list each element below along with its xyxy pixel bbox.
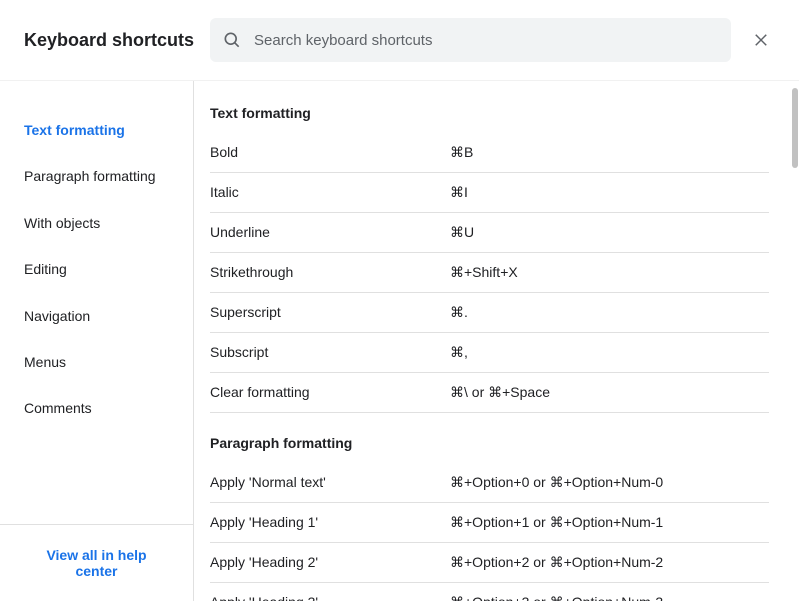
shortcut-keys: ⌘+Shift+X (450, 264, 769, 281)
close-icon (752, 31, 770, 49)
shortcut-name: Apply 'Normal text' (210, 474, 450, 491)
shortcut-keys: ⌘+Option+2 or ⌘+Option+Num-2 (450, 554, 769, 571)
shortcut-row: Apply 'Heading 3'⌘+Option+3 or ⌘+Option+… (210, 583, 769, 601)
sidebar-item-with-objects[interactable]: With objects (0, 200, 193, 246)
shortcut-row: Apply 'Normal text'⌘+Option+0 or ⌘+Optio… (210, 463, 769, 503)
sidebar-item-paragraph-formatting[interactable]: Paragraph formatting (0, 153, 193, 199)
shortcuts-content[interactable]: Text formatting Bold⌘B Italic⌘I Underlin… (194, 81, 799, 601)
section-title: Paragraph formatting (210, 435, 769, 451)
sidebar-item-navigation[interactable]: Navigation (0, 293, 193, 339)
search-icon (222, 30, 242, 50)
sidebar-item-label: Comments (24, 400, 92, 416)
sidebar-item-comments[interactable]: Comments (0, 385, 193, 431)
shortcut-name: Underline (210, 224, 450, 241)
sidebar-item-text-formatting[interactable]: Text formatting (0, 107, 193, 153)
shortcut-name: Apply 'Heading 1' (210, 514, 450, 531)
search-input[interactable] (254, 32, 719, 49)
sidebar-item-editing[interactable]: Editing (0, 246, 193, 292)
shortcut-name: Bold (210, 144, 450, 161)
sidebar-footer: View all in help center (0, 524, 193, 601)
search-field-wrap[interactable] (210, 18, 731, 62)
scrollbar-thumb[interactable] (792, 88, 798, 168)
shortcut-row: Apply 'Heading 2'⌘+Option+2 or ⌘+Option+… (210, 543, 769, 583)
sidebar-item-label: Paragraph formatting (24, 168, 156, 184)
shortcut-keys: ⌘I (450, 184, 769, 201)
sidebar: Text formatting Paragraph formatting Wit… (0, 81, 194, 601)
sidebar-item-menus[interactable]: Menus (0, 339, 193, 385)
close-button[interactable] (747, 26, 775, 54)
shortcut-keys: ⌘B (450, 144, 769, 161)
shortcut-row: Subscript⌘, (210, 333, 769, 373)
sidebar-item-label: Navigation (24, 308, 90, 324)
shortcut-name: Apply 'Heading 3' (210, 594, 450, 601)
shortcut-name: Superscript (210, 304, 450, 321)
shortcut-row: Clear formatting⌘\ or ⌘+Space (210, 373, 769, 413)
dialog-body: Text formatting Paragraph formatting Wit… (0, 81, 799, 601)
shortcut-name: Italic (210, 184, 450, 201)
shortcut-row: Italic⌘I (210, 173, 769, 213)
shortcut-row: Superscript⌘. (210, 293, 769, 333)
shortcut-row: Apply 'Heading 1'⌘+Option+1 or ⌘+Option+… (210, 503, 769, 543)
dialog-title: Keyboard shortcuts (24, 30, 194, 51)
shortcut-name: Strikethrough (210, 264, 450, 281)
shortcut-keys: ⌘U (450, 224, 769, 241)
sidebar-item-label: With objects (24, 215, 100, 231)
sidebar-item-label: Menus (24, 354, 66, 370)
shortcut-name: Subscript (210, 344, 450, 361)
sidebar-list: Text formatting Paragraph formatting Wit… (0, 81, 193, 524)
shortcut-keys: ⌘\ or ⌘+Space (450, 384, 769, 401)
shortcut-keys: ⌘+Option+3 or ⌘+Option+Num-3 (450, 594, 769, 601)
shortcut-row: Bold⌘B (210, 133, 769, 173)
shortcut-name: Apply 'Heading 2' (210, 554, 450, 571)
dialog-header: Keyboard shortcuts (0, 0, 799, 81)
shortcut-row: Strikethrough⌘+Shift+X (210, 253, 769, 293)
section-title: Text formatting (210, 105, 769, 121)
shortcut-keys: ⌘, (450, 344, 769, 361)
help-center-link[interactable]: View all in help center (46, 547, 146, 579)
shortcut-keys: ⌘+Option+0 or ⌘+Option+Num-0 (450, 474, 769, 491)
sidebar-item-label: Editing (24, 261, 67, 277)
shortcut-row: Underline⌘U (210, 213, 769, 253)
shortcut-name: Clear formatting (210, 384, 450, 401)
sidebar-item-label: Text formatting (24, 122, 125, 138)
shortcut-keys: ⌘. (450, 304, 769, 321)
shortcut-keys: ⌘+Option+1 or ⌘+Option+Num-1 (450, 514, 769, 531)
